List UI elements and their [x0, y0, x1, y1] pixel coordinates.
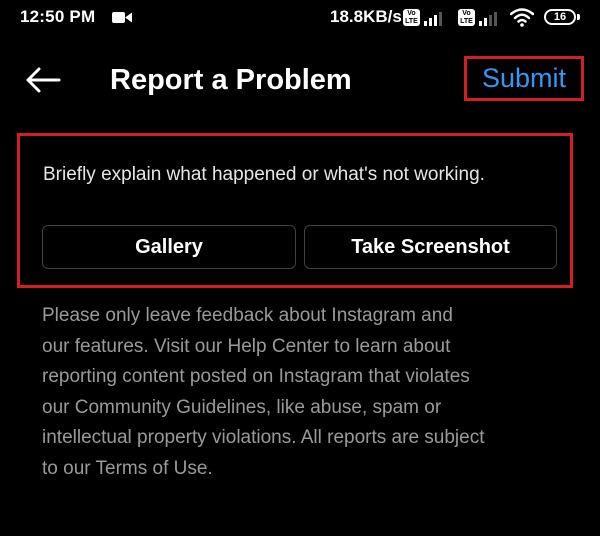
status-bar: 12:50 PM 18.8KB/s Vo LTE Vo LTE 16 — [0, 0, 600, 38]
wifi-icon — [510, 8, 534, 27]
arrow-left-icon — [26, 67, 61, 93]
battery-icon: 16 — [544, 9, 576, 25]
disclaimer-line: Please only leave feedback about Instagr… — [42, 305, 453, 326]
battery-tip — [577, 14, 580, 20]
volte-icon: Vo LTE — [403, 9, 420, 26]
gallery-button[interactable]: Gallery — [42, 225, 296, 269]
volte-icon: Vo LTE — [458, 9, 475, 26]
video-camera-icon — [112, 12, 132, 23]
battery-level: 16 — [553, 11, 567, 23]
disclaimer-line: intellectual property violations. All re… — [42, 427, 485, 448]
back-button[interactable] — [18, 60, 66, 100]
disclaimer-line: our Community Guidelines, like abuse, sp… — [42, 396, 442, 418]
status-time: 12:50 PM — [20, 7, 96, 26]
network-speed: 18.8KB/s — [330, 7, 402, 26]
page-title: Report a Problem — [110, 64, 352, 96]
disclaimer-line: to our Terms of Use. — [42, 457, 213, 479]
take-screenshot-button[interactable]: Take Screenshot — [304, 225, 557, 269]
disclaimer-line: reporting content posted on Instagram th… — [42, 366, 470, 387]
feedback-disclaimer: Please only leave feedback about Instagr… — [42, 301, 572, 484]
signal-icon — [479, 12, 497, 26]
problem-description-input[interactable]: Briefly explain what happened or what's … — [43, 160, 563, 190]
disclaimer-line: our features. Visit our Help Center to l… — [42, 335, 451, 357]
submit-button[interactable]: Submit — [464, 56, 584, 101]
signal-icon — [424, 12, 442, 26]
